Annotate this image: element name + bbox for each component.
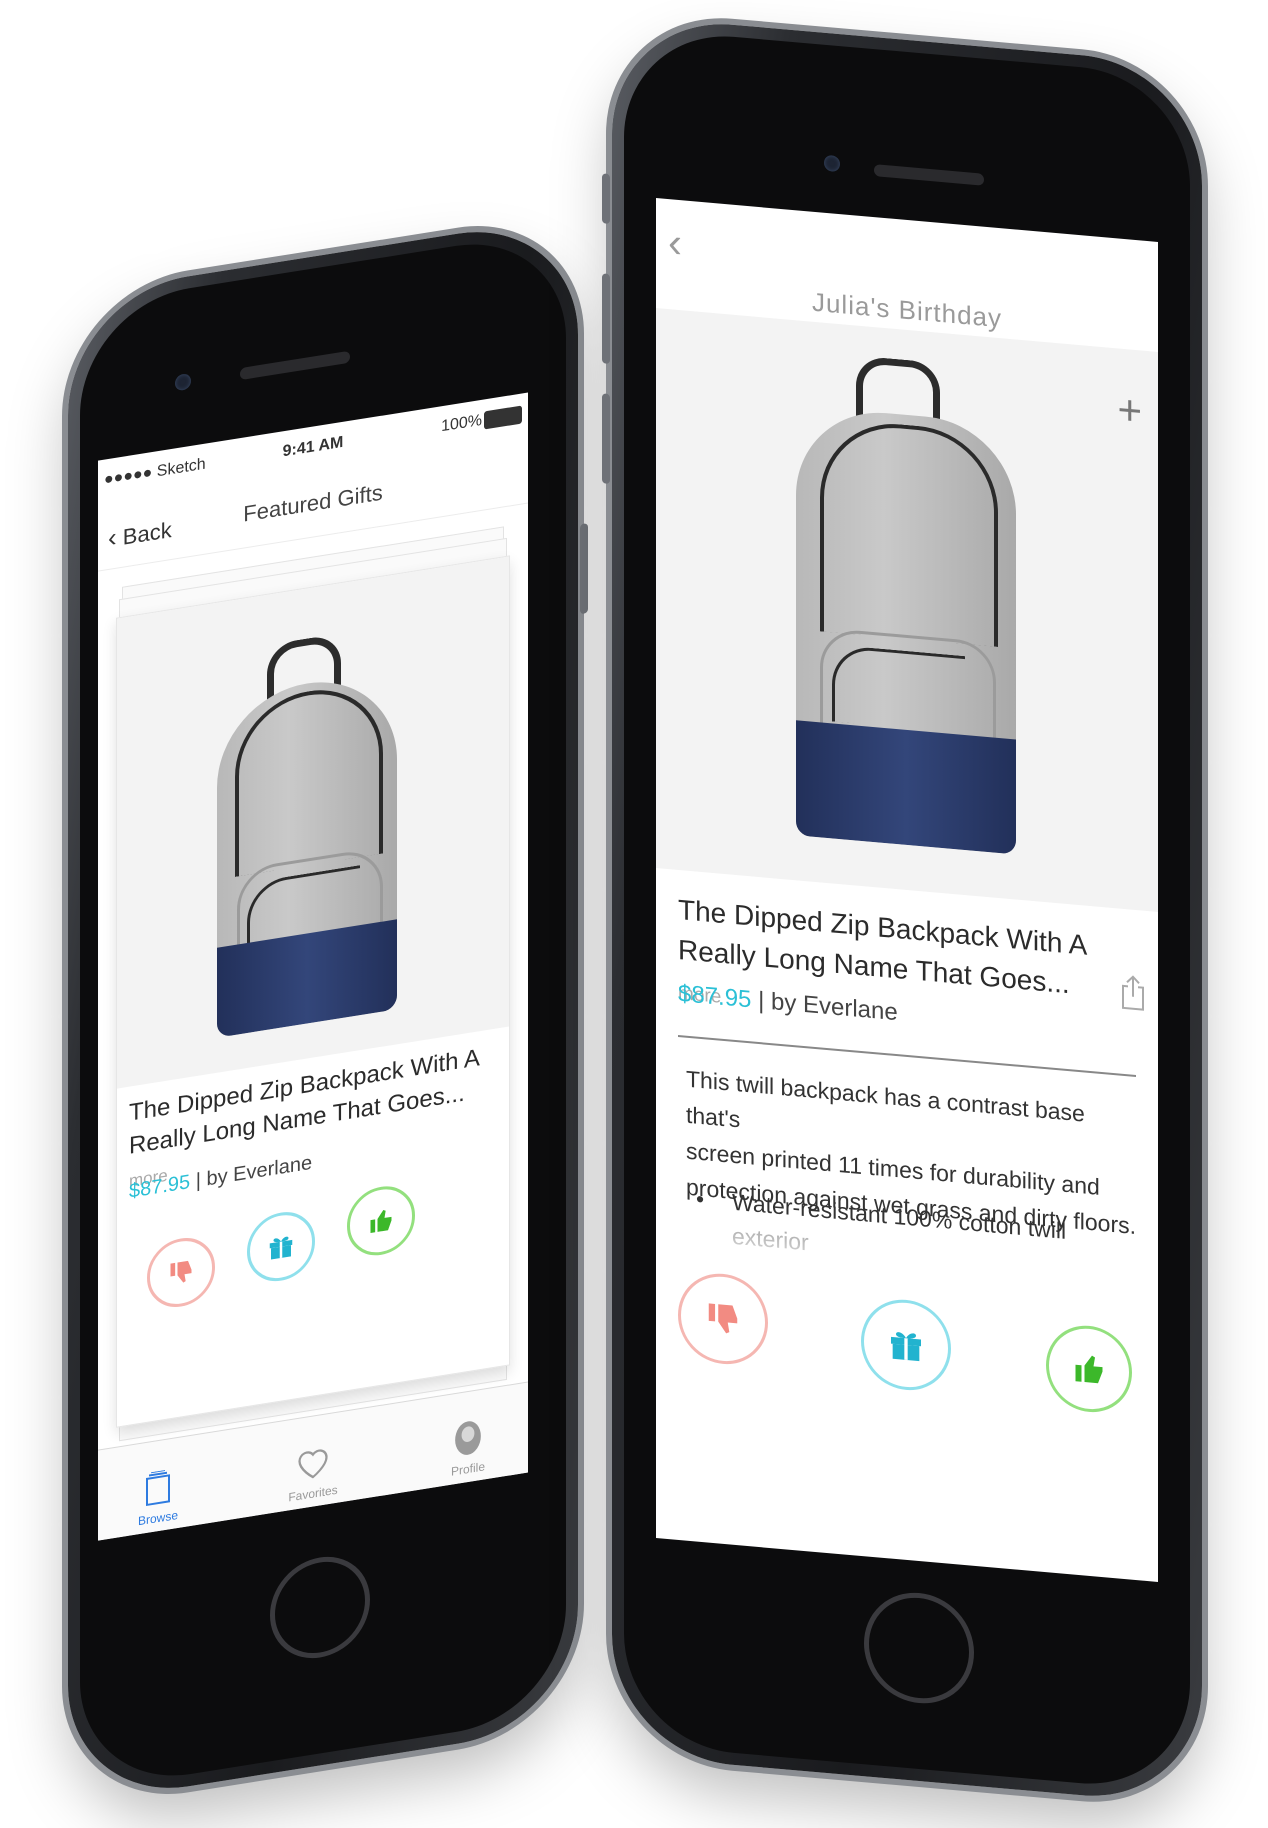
backpack-body — [796, 405, 1016, 855]
right-screen: ‹ Julia's Birthday + The Dipped Zip Back… — [656, 198, 1158, 1582]
product-price: $87.95 — [678, 979, 752, 1014]
product-title: The Dipped Zip Backpack With A Really Lo… — [678, 890, 1098, 1051]
browse-icon — [146, 1470, 170, 1507]
tab-browse[interactable]: Browse — [98, 1462, 218, 1535]
tab-profile[interactable]: Profile — [408, 1411, 528, 1486]
left-phone-device: ●●●●● Sketch 9:41 AM 100% ‹ Back Feature… — [68, 214, 588, 1806]
add-button[interactable]: + — [1117, 385, 1142, 435]
backpack-zipper — [235, 679, 383, 877]
card-stack: The Dipped Zip Backpack With A Really Lo… — [116, 525, 510, 1442]
gift-button[interactable] — [247, 1207, 315, 1287]
heart-icon — [298, 1449, 328, 1479]
tab-profile-label: Profile — [450, 1459, 485, 1479]
power-button — [580, 523, 588, 615]
gift-button[interactable] — [861, 1295, 951, 1394]
thumbs-down-icon — [170, 1260, 192, 1283]
right-phone-device: ‹ Julia's Birthday + The Dipped Zip Back… — [602, 14, 1202, 1806]
share-icon — [1122, 975, 1144, 1011]
backpack-body — [217, 669, 397, 1038]
front-camera — [175, 372, 191, 392]
product-card[interactable]: The Dipped Zip Backpack With A Really Lo… — [116, 555, 510, 1428]
front-camera — [824, 154, 840, 173]
earpiece-speaker — [874, 164, 984, 186]
thumbs-down-icon — [708, 1303, 738, 1334]
thumbs-up-icon — [370, 1209, 392, 1233]
like-button[interactable] — [1046, 1322, 1132, 1416]
battery-icon — [484, 405, 522, 430]
home-button[interactable] — [270, 1549, 370, 1666]
dislike-button[interactable] — [147, 1233, 215, 1312]
left-screen: ●●●●● Sketch 9:41 AM 100% ‹ Back Feature… — [98, 392, 528, 1541]
earpiece-speaker — [240, 350, 350, 381]
share-button[interactable] — [1120, 974, 1146, 1017]
tab-favorites[interactable]: Favorites — [253, 1437, 373, 1510]
volume-up-button — [602, 273, 610, 365]
profile-icon — [455, 1421, 481, 1455]
plus-icon: + — [1117, 385, 1142, 435]
tab-favorites-label: Favorites — [288, 1482, 338, 1505]
product-image — [656, 308, 1158, 912]
mute-switch — [602, 173, 610, 225]
back-button[interactable]: ‹ — [668, 218, 682, 267]
battery-percent: 100% — [441, 411, 482, 436]
product-image — [117, 556, 509, 1089]
chevron-left-icon: ‹ — [668, 218, 682, 267]
like-button[interactable] — [347, 1181, 415, 1261]
gift-icon — [891, 1332, 921, 1362]
backpack-illustration — [786, 349, 1026, 870]
home-button[interactable] — [864, 1588, 974, 1708]
backpack-illustration — [207, 623, 407, 1055]
dislike-button[interactable] — [678, 1269, 768, 1368]
thumbs-up-icon — [1075, 1355, 1103, 1384]
backpack-base — [796, 720, 1016, 855]
gift-icon — [269, 1236, 293, 1260]
volume-down-button — [602, 393, 610, 485]
backpack-zipper — [820, 417, 998, 647]
tab-browse-label: Browse — [137, 1507, 178, 1529]
backpack-pocket-zipper — [832, 644, 965, 734]
